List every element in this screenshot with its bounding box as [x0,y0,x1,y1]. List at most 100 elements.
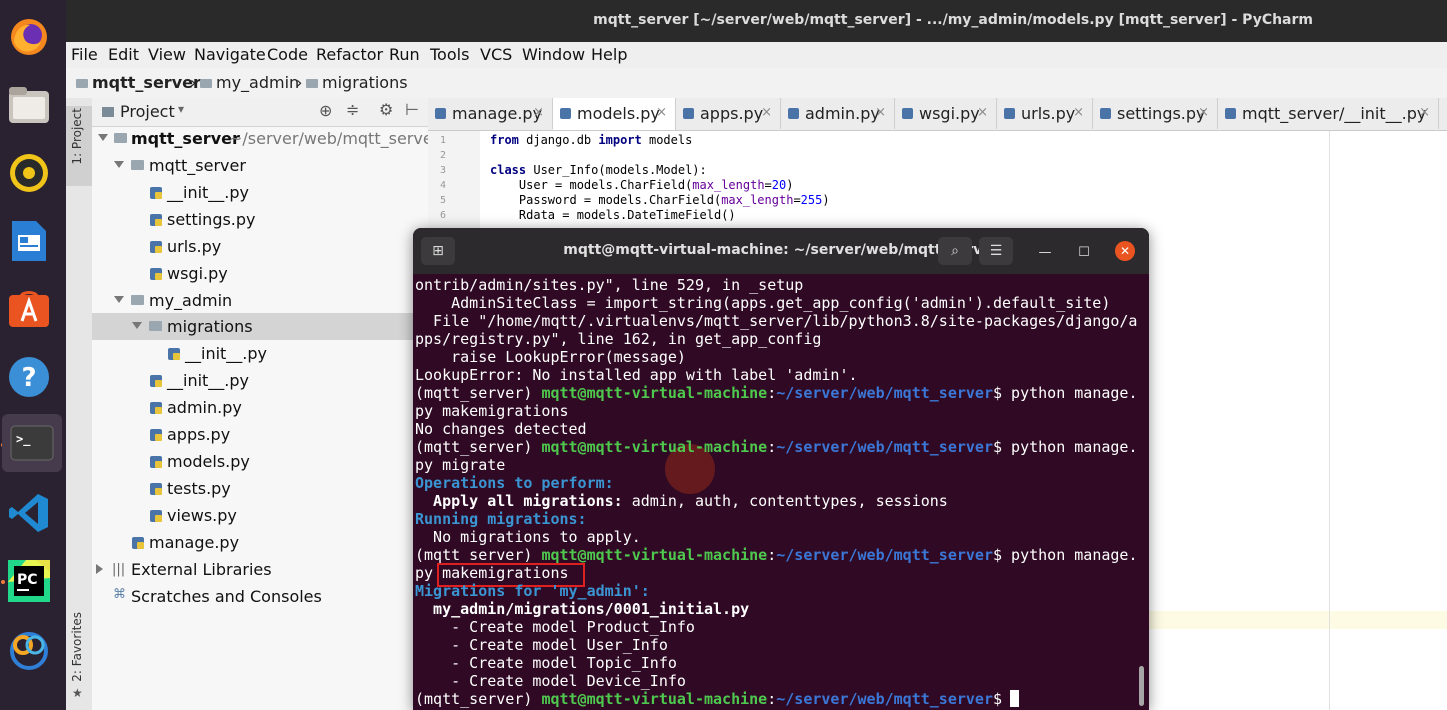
tree-file[interactable]: __init__.py [92,367,428,394]
code-line: class User_Info(models.Model): [490,163,707,177]
menu-help[interactable]: Help [591,45,627,64]
software-center-icon[interactable] [0,280,58,338]
python-file-icon [150,268,162,280]
tree-file[interactable]: apps.py [92,421,428,448]
gear-icon[interactable]: ⚙ [379,100,393,119]
library-icon: ||| [112,562,126,577]
breadcrumb-item[interactable]: my_admin [200,73,299,92]
terminal-line: LookupError: No installed app with label… [415,366,858,384]
folder-icon [149,321,162,331]
project-tool-tab[interactable]: 1: Project [70,108,84,165]
tab-urls-py[interactable]: urls.py × [997,98,1093,129]
project-panel: Project ▾ ⊕ ≑ ⚙ ⊢ mqtt_server ~/server/w… [92,98,439,710]
hamburger-icon: ☰ [989,243,1003,259]
close-icon[interactable]: × [977,105,988,120]
tab-wsgi-py[interactable]: wsgi.py × [895,98,997,129]
favorites-tool-tab[interactable]: 2: Favorites [70,612,84,682]
tree-root-path: ~/server/web/mqtt_server [229,129,440,148]
terminal-line: - Create model Product_Info [415,618,695,636]
folder-icon [306,79,318,88]
search-button[interactable]: ⌕ [938,237,972,265]
menu-run[interactable]: Run [389,45,420,64]
menu-window[interactable]: Window [522,45,585,64]
tree-item-label: __init__.py [167,371,250,390]
project-icon [102,107,114,117]
close-icon[interactable]: × [1419,105,1430,120]
help-icon[interactable]: ? [0,348,58,406]
minimize-button[interactable]: — [1035,242,1055,262]
close-icon[interactable]: × [875,105,886,120]
hide-icon[interactable]: ⊢ [405,100,419,119]
tab-admin-py[interactable]: admin.py × [781,98,895,129]
close-icon[interactable]: × [533,105,544,120]
menu-code[interactable]: Code [267,45,308,64]
close-button[interactable]: ✕ [1115,241,1135,261]
tab-manage-py[interactable]: manage.py × [428,98,553,129]
editor-tabs: manage.py × models.py × apps.py × admin.py ×… [428,98,1447,131]
tree-item-label: models.py [167,452,250,471]
close-icon[interactable]: × [656,105,667,120]
menu-navigate[interactable]: Navigate [194,45,266,64]
code-line: from django.db import models [490,133,693,147]
tree-root[interactable]: mqtt_server ~/server/web/mqtt_server [92,125,439,152]
tree-item-label: tests.py [167,479,231,498]
breadcrumb-item[interactable]: migrations [306,73,408,92]
line-number: 6 [440,210,447,221]
tab-label: manage.py [452,104,543,123]
tree-file[interactable]: wsgi.py [92,260,428,287]
tree-file[interactable]: __init__.py [92,179,428,206]
tree-file[interactable]: models.py [92,448,428,475]
tree-file[interactable]: settings.py [92,206,428,233]
python-file-icon [1225,108,1236,119]
terminal-window[interactable]: ⊞ mqtt@mqtt-virtual-machine: ~/server/we… [413,228,1149,710]
project-view-selector[interactable]: Project [120,102,175,121]
tab-settings-py[interactable]: settings.py × [1093,98,1218,129]
tab-apps-py[interactable]: apps.py × [676,98,781,129]
maximize-button[interactable]: ☐ [1074,242,1094,262]
menu-vcs[interactable]: VCS [480,45,512,64]
menu-button[interactable]: ☰ [979,237,1013,265]
tree-file[interactable]: urls.py [92,233,428,260]
app-icon[interactable] [0,620,58,678]
tree-folder[interactable]: my_admin [92,287,428,314]
menu-view[interactable]: View [148,45,186,64]
terminal-icon[interactable]: >_ [2,414,62,472]
menu-tools[interactable]: Tools [430,45,469,64]
tree-file[interactable]: __init__.py [92,340,428,367]
writer-icon[interactable] [0,212,58,270]
tab-models-py[interactable]: models.py × [553,98,676,130]
right-margin-guide [1329,131,1330,710]
vscode-icon[interactable] [0,484,58,542]
pycharm-icon[interactable]: PC [0,552,58,610]
tab-label: admin.py [805,104,880,123]
close-icon[interactable]: × [1198,105,1209,120]
files-icon[interactable] [0,76,58,134]
folder-icon [76,79,88,88]
tree-file[interactable]: tests.py [92,475,428,502]
terminal-line: Migrations for 'my_admin': [415,582,650,600]
breadcrumb-item[interactable]: mqtt_server [76,73,201,92]
rhythmbox-icon[interactable] [0,144,58,202]
menu-file[interactable]: File [71,45,98,64]
tree-file[interactable]: admin.py [92,394,428,421]
breadcrumb-separator: › [296,73,303,92]
tree-file[interactable]: manage.py [92,529,428,556]
tree-item-label: Scratches and Consoles [131,587,322,606]
locate-icon[interactable]: ⊕ [319,101,332,120]
tree-scratches[interactable]: ⌘ Scratches and Consoles [92,583,428,610]
tree-item-label: __init__.py [185,344,268,363]
collapse-all-icon[interactable]: ≑ [346,100,359,119]
close-icon[interactable]: × [761,105,772,120]
menu-refactor[interactable]: Refactor [316,45,383,64]
close-icon[interactable]: × [1073,105,1084,120]
tree-folder-selected[interactable]: migrations [92,313,428,340]
menu-edit[interactable]: Edit [108,45,139,64]
terminal-scrollbar[interactable] [1139,666,1144,706]
star-icon: ★ [72,686,83,700]
tree-folder[interactable]: mqtt_server [92,152,428,179]
tree-external-libraries[interactable]: ||| External Libraries [92,556,428,583]
tab-mqtt-server-init-py[interactable]: mqtt_server/__init__.py × [1218,98,1439,129]
firefox-icon[interactable] [0,8,58,66]
tree-file[interactable]: views.py [92,502,428,529]
chevron-down-icon[interactable]: ▾ [178,102,184,116]
